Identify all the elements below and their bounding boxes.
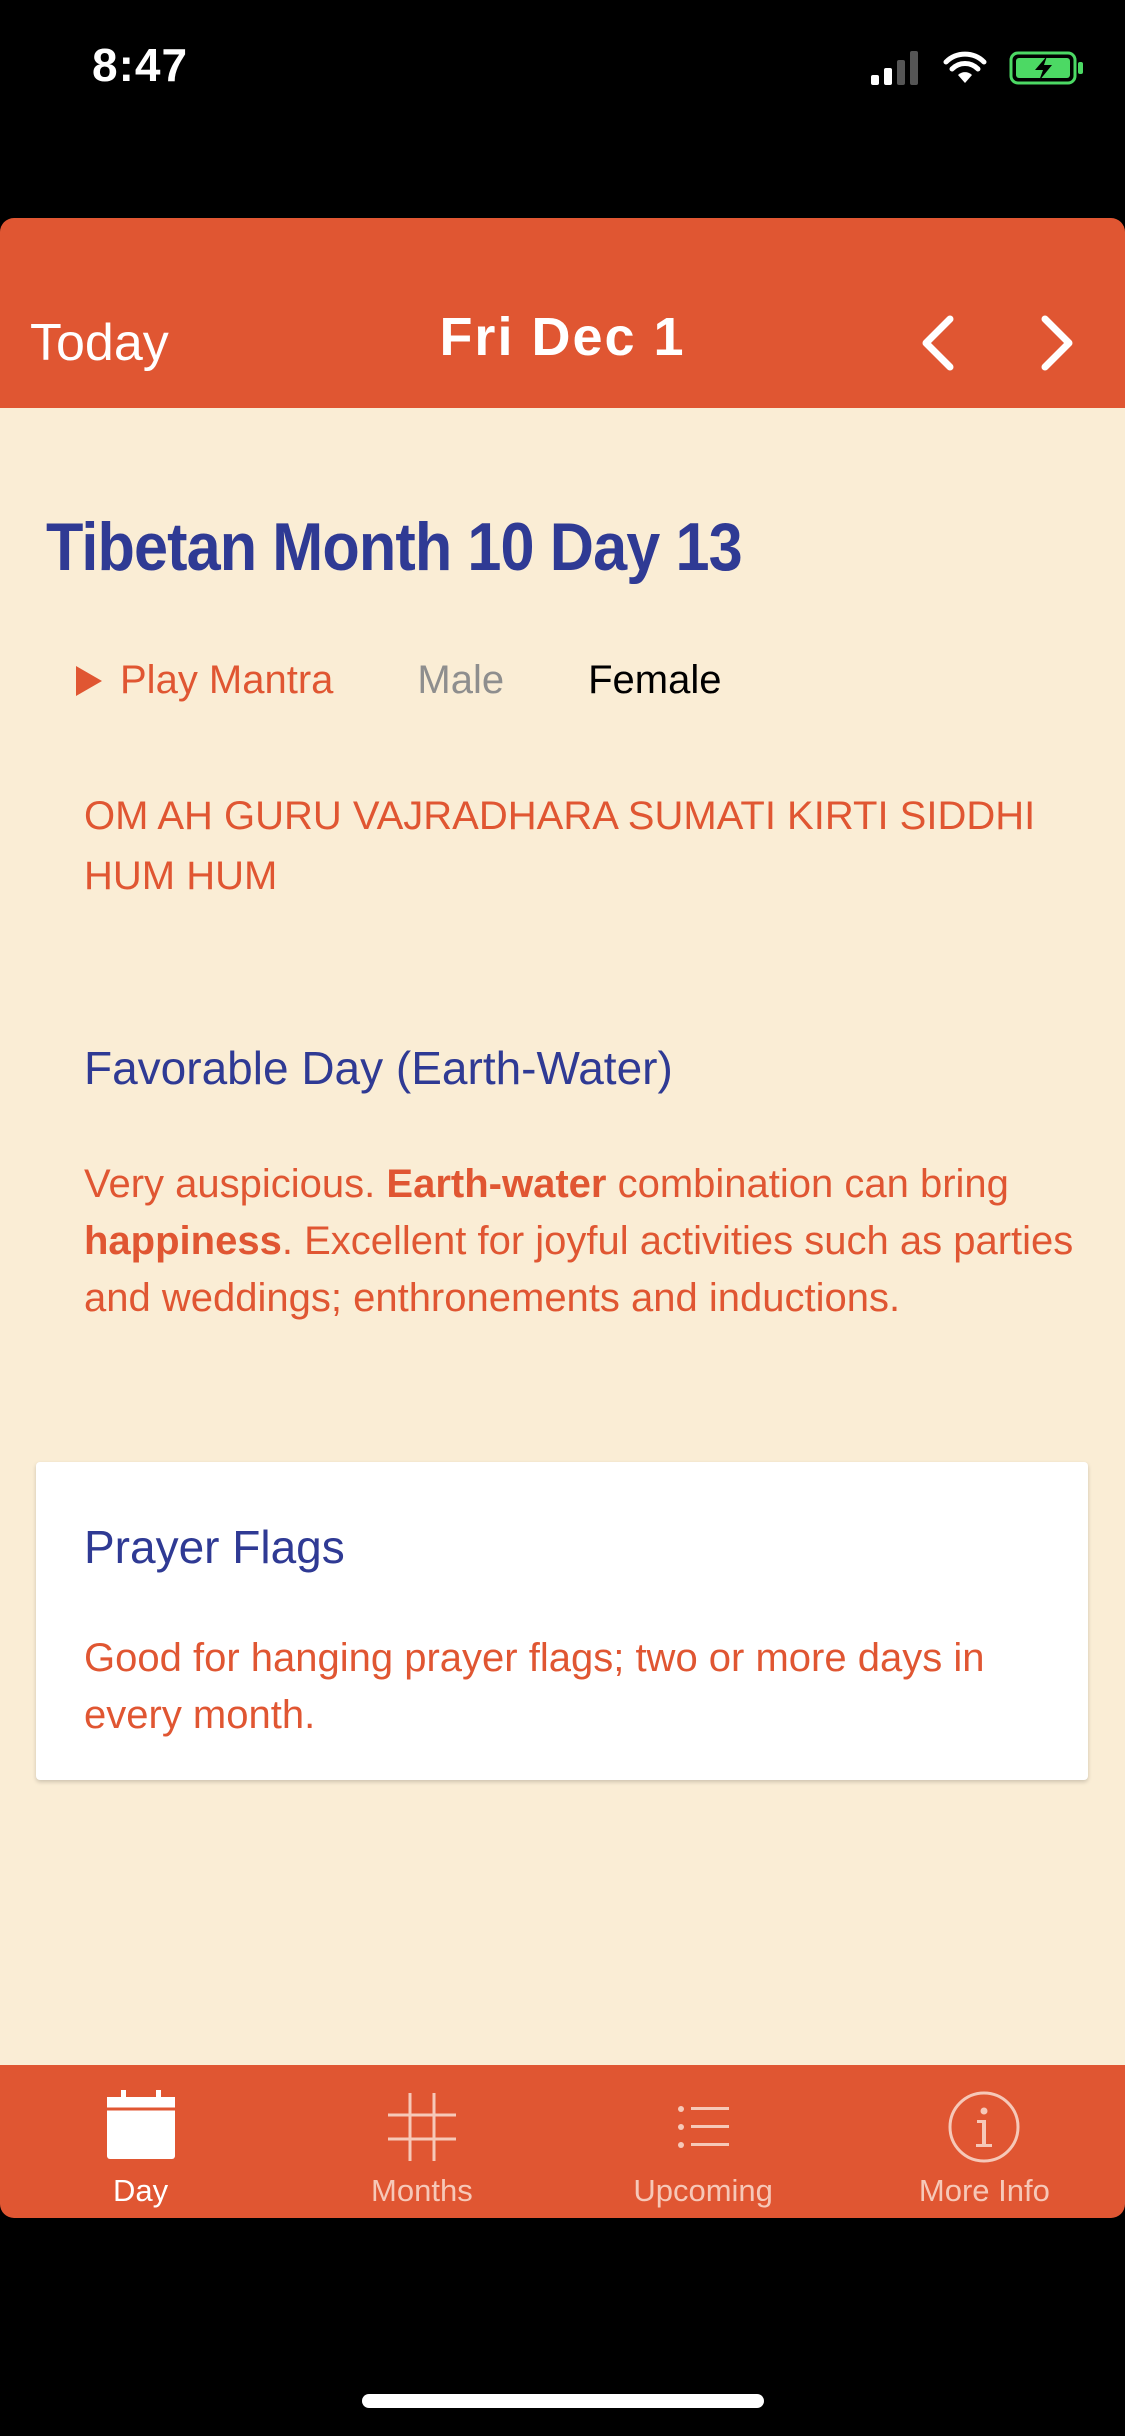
chevron-left-icon[interactable] [910, 313, 970, 373]
day-content: Tibetan Month 10 Day 13 Play Mantra Male… [0, 408, 1125, 2065]
grid-icon [387, 2093, 456, 2161]
status-time: 8:47 [92, 39, 189, 91]
list-icon [678, 2106, 730, 2148]
favorable-day-description: Very auspicious. Earth-water combination… [84, 1162, 1074, 1320]
tab-more-info-label: More Info [918, 2173, 1050, 2208]
day-title: Tibetan Month 10 Day 13 [46, 509, 743, 585]
info-icon [948, 2091, 1020, 2163]
tab-day-label: Day [113, 2173, 169, 2208]
tab-upcoming[interactable]: Upcoming [563, 2065, 844, 2218]
tab-months-label: Months [371, 2173, 473, 2208]
mantra-controls: Play Mantra Male Female [76, 658, 722, 703]
status-icons [871, 50, 1085, 86]
play-icon [76, 665, 102, 696]
signal-icon [871, 51, 918, 85]
tab-day[interactable]: Day [0, 2065, 281, 2218]
tab-upcoming-label: Upcoming [633, 2173, 773, 2208]
calendar-icon [106, 2090, 175, 2159]
prayer-flags-card: Prayer Flags Good for hanging prayer fla… [36, 1462, 1088, 1780]
wifi-icon [943, 51, 987, 83]
card-title: Prayer Flags [84, 1521, 345, 1573]
tab-more-info[interactable]: More Info [844, 2065, 1125, 2218]
tab-bar: Day Months Upcoming More Info [0, 2065, 1125, 2218]
status-bar: 8:47 [0, 0, 1125, 140]
voice-male-option[interactable]: Male [417, 658, 504, 703]
chevron-right-icon[interactable] [1025, 313, 1085, 373]
home-indicator [362, 2394, 764, 2408]
voice-female-option[interactable]: Female [588, 658, 721, 703]
battery-charging-icon [1009, 51, 1083, 85]
mantra-text: OM AH GURU VAJRADHARA SUMATI KIRTI SIDDH… [84, 794, 1036, 898]
card-description: Good for hanging prayer flags; two or mo… [84, 1636, 985, 1737]
play-mantra-button[interactable]: Play Mantra [76, 658, 333, 703]
nav-header: Today Fri Dec 1 [0, 218, 1125, 408]
tab-months[interactable]: Months [281, 2065, 562, 2218]
favorable-day-title: Favorable Day (Earth-Water) [84, 1042, 673, 1094]
play-mantra-label: Play Mantra [120, 658, 334, 702]
